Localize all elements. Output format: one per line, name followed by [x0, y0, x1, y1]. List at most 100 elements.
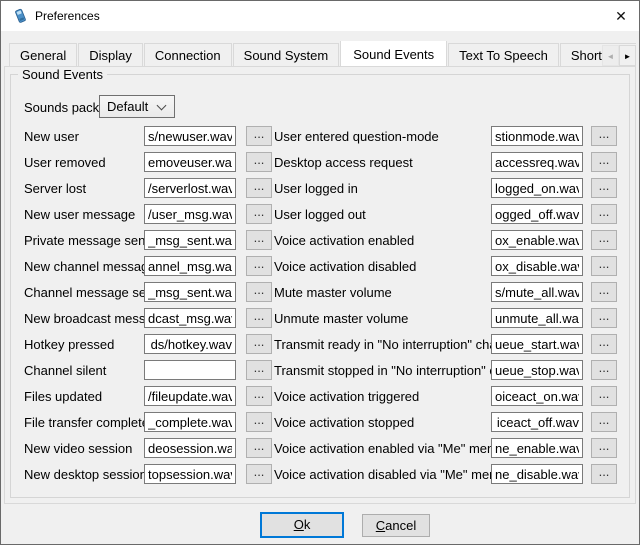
browse-button[interactable]: ...	[591, 412, 617, 432]
event-label: New user	[24, 129, 79, 144]
tab-scroll-left-icon[interactable]: ◄	[602, 45, 619, 66]
browse-button[interactable]: ...	[246, 178, 272, 198]
event-sound-input[interactable]	[491, 178, 583, 198]
browse-button[interactable]: ...	[591, 282, 617, 302]
browse-button[interactable]: ...	[591, 230, 617, 250]
event-label: New user message	[24, 207, 135, 222]
tab-connection[interactable]: Connection	[144, 43, 232, 66]
tab-scroll-buttons: ◄ ►	[602, 45, 636, 66]
browse-button[interactable]: ...	[591, 152, 617, 172]
event-sound-input[interactable]	[491, 386, 583, 406]
tab-scroll-right-icon[interactable]: ►	[619, 45, 636, 66]
browse-button[interactable]: ...	[591, 438, 617, 458]
tab-display[interactable]: Display	[78, 43, 143, 66]
browse-button[interactable]: ...	[591, 256, 617, 276]
browse-button[interactable]: ...	[246, 360, 272, 380]
event-sound-input[interactable]	[144, 308, 236, 328]
tab-general[interactable]: General	[9, 43, 77, 66]
event-label: Desktop access request	[274, 155, 413, 170]
event-sound-input[interactable]	[491, 282, 583, 302]
event-label: User logged in	[274, 181, 358, 196]
event-sound-input[interactable]	[144, 126, 236, 146]
event-sound-input[interactable]	[144, 412, 236, 432]
event-sound-input[interactable]	[144, 386, 236, 406]
event-sound-input[interactable]	[491, 464, 583, 484]
event-sound-input[interactable]	[491, 360, 583, 380]
tab-sound-events[interactable]: Sound Events	[340, 41, 447, 66]
browse-button[interactable]: ...	[246, 126, 272, 146]
tab-sound-system[interactable]: Sound System	[233, 43, 340, 66]
app-icon	[12, 8, 28, 24]
event-label: Voice activation enabled via "Me" menu	[274, 441, 501, 456]
event-sound-input[interactable]	[144, 204, 236, 224]
browse-button[interactable]: ...	[246, 386, 272, 406]
event-sound-input[interactable]	[491, 230, 583, 250]
event-label: User logged out	[274, 207, 366, 222]
event-label: New desktop session	[24, 467, 147, 482]
event-sound-input[interactable]	[144, 464, 236, 484]
event-label: Voice activation disabled via "Me" menu	[274, 467, 504, 482]
event-sound-input[interactable]	[491, 126, 583, 146]
browse-button[interactable]: ...	[246, 282, 272, 302]
sounds-pack-label: Sounds pack	[24, 100, 99, 115]
event-label: User removed	[24, 155, 106, 170]
browse-button[interactable]: ...	[246, 308, 272, 328]
browse-button[interactable]: ...	[246, 256, 272, 276]
close-icon: ✕	[615, 8, 627, 24]
event-sound-input[interactable]	[491, 334, 583, 354]
preferences-dialog: Preferences ✕ GeneralDisplayConnectionSo…	[0, 0, 640, 545]
event-label: Hotkey pressed	[24, 337, 114, 352]
close-button[interactable]: ✕	[603, 1, 639, 31]
browse-button[interactable]: ...	[591, 386, 617, 406]
browse-button[interactable]: ...	[591, 360, 617, 380]
window-title: Preferences	[35, 1, 100, 31]
sounds-pack-value: Default	[107, 96, 148, 117]
event-sound-input[interactable]	[144, 256, 236, 276]
browse-button[interactable]: ...	[246, 438, 272, 458]
browse-button[interactable]: ...	[591, 308, 617, 328]
event-sound-input[interactable]	[144, 334, 236, 354]
event-label: Private message sent	[24, 233, 149, 248]
event-label: New video session	[24, 441, 132, 456]
event-sound-input[interactable]	[491, 438, 583, 458]
browse-button[interactable]: ...	[246, 334, 272, 354]
event-sound-input[interactable]	[491, 204, 583, 224]
event-label: Voice activation disabled	[274, 259, 416, 274]
ok-button[interactable]: Ok	[260, 512, 344, 538]
event-label: Channel message sent	[24, 285, 157, 300]
browse-button[interactable]: ...	[246, 464, 272, 484]
cancel-button[interactable]: Cancel	[362, 514, 430, 537]
browse-button[interactable]: ...	[246, 230, 272, 250]
event-sound-input[interactable]	[144, 360, 236, 380]
browse-button[interactable]: ...	[246, 412, 272, 432]
browse-button[interactable]: ...	[591, 464, 617, 484]
event-label: File transfer complete	[24, 415, 149, 430]
event-sound-input[interactable]	[491, 308, 583, 328]
event-sound-input[interactable]	[144, 152, 236, 172]
sound-events-pane: Sound Events Sounds pack Default New use…	[4, 66, 636, 504]
browse-button[interactable]: ...	[591, 334, 617, 354]
event-label: Voice activation enabled	[274, 233, 414, 248]
browse-button[interactable]: ...	[591, 178, 617, 198]
event-sound-input[interactable]	[491, 256, 583, 276]
browse-button[interactable]: ...	[246, 152, 272, 172]
event-label: Voice activation stopped	[274, 415, 414, 430]
browse-button[interactable]: ...	[591, 204, 617, 224]
event-sound-input[interactable]	[144, 230, 236, 250]
browse-button[interactable]: ...	[591, 126, 617, 146]
groupbox-legend: Sound Events	[18, 67, 107, 82]
event-sound-input[interactable]	[491, 152, 583, 172]
title-bar: Preferences ✕	[1, 1, 639, 31]
event-sound-input[interactable]	[144, 178, 236, 198]
sounds-pack-select[interactable]: Default	[99, 95, 175, 118]
browse-button[interactable]: ...	[246, 204, 272, 224]
event-label: Channel silent	[24, 363, 106, 378]
tab-text-to-speech[interactable]: Text To Speech	[448, 43, 559, 66]
event-label: Voice activation triggered	[274, 389, 419, 404]
event-label: Transmit ready in "No interruption" chan…	[274, 337, 521, 352]
event-sound-input[interactable]	[491, 412, 583, 432]
event-sound-input[interactable]	[144, 282, 236, 302]
event-label: Mute master volume	[274, 285, 392, 300]
sound-events-groupbox: Sound Events Sounds pack Default New use…	[10, 74, 630, 498]
event-sound-input[interactable]	[144, 438, 236, 458]
